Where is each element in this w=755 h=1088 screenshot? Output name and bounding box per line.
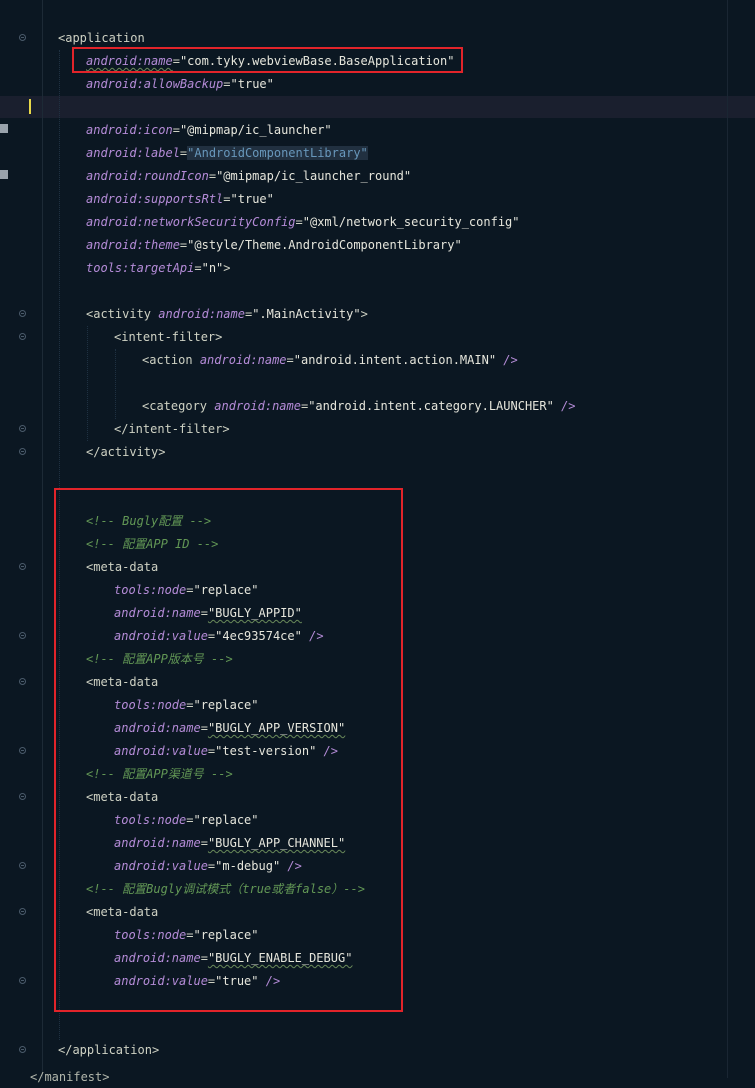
fold-marker-icon[interactable]	[19, 977, 26, 984]
fold-marker-icon[interactable]	[19, 448, 26, 455]
code-line-partial[interactable]: </manifest>	[30, 1066, 109, 1088]
right-margin-guide	[727, 0, 728, 1078]
highlight-box-bugly-config	[54, 488, 403, 1012]
code-line[interactable]: android:roundIcon="@mipmap/ic_launcher_r…	[86, 165, 411, 187]
fold-marker-icon[interactable]	[19, 1046, 26, 1053]
code-editor[interactable]: <application android:name="com.tyky.webv…	[0, 0, 755, 1084]
fold-marker-icon[interactable]	[19, 632, 26, 639]
fold-marker-icon[interactable]	[19, 333, 26, 340]
code-line[interactable]: android:icon="@mipmap/ic_launcher"	[86, 119, 332, 141]
code-line[interactable]: android:theme="@style/Theme.AndroidCompo…	[86, 234, 462, 256]
fold-marker-icon[interactable]	[19, 34, 26, 41]
code-line[interactable]: </application>	[58, 1039, 159, 1061]
fold-marker-icon[interactable]	[19, 310, 26, 317]
image-preview-icon[interactable]	[0, 170, 8, 179]
fold-marker-icon[interactable]	[19, 563, 26, 570]
highlight-box-application-name	[72, 47, 463, 73]
gutter-separator	[42, 0, 43, 1078]
fold-marker-icon[interactable]	[19, 747, 26, 754]
code-line[interactable]: android:networkSecurityConfig="@xml/netw…	[86, 211, 520, 233]
code-line[interactable]: android:label="AndroidComponentLibrary"	[86, 142, 368, 164]
code-line[interactable]: </intent-filter>	[114, 418, 230, 440]
current-line-highlight	[0, 96, 755, 118]
fold-marker-icon[interactable]	[19, 793, 26, 800]
image-preview-icon[interactable]	[0, 124, 8, 133]
code-line[interactable]: android:supportsRtl="true"	[86, 188, 274, 210]
code-line[interactable]: <action android:name="android.intent.act…	[142, 349, 518, 371]
code-line[interactable]: tools:targetApi="n">	[86, 257, 231, 279]
code-line[interactable]: android:allowBackup="true"	[86, 73, 274, 95]
indent-guide	[115, 349, 116, 419]
indent-guide	[87, 326, 88, 441]
fold-marker-icon[interactable]	[19, 678, 26, 685]
fold-marker-icon[interactable]	[19, 908, 26, 915]
code-line[interactable]: <category android:name="android.intent.c…	[142, 395, 576, 417]
code-line[interactable]: <activity android:name=".MainActivity">	[86, 303, 368, 325]
code-line[interactable]: <intent-filter>	[114, 326, 222, 348]
code-line[interactable]: <application	[58, 27, 145, 49]
text-caret	[29, 99, 31, 114]
code-line[interactable]: </activity>	[86, 441, 165, 463]
fold-marker-icon[interactable]	[19, 862, 26, 869]
fold-marker-icon[interactable]	[19, 425, 26, 432]
